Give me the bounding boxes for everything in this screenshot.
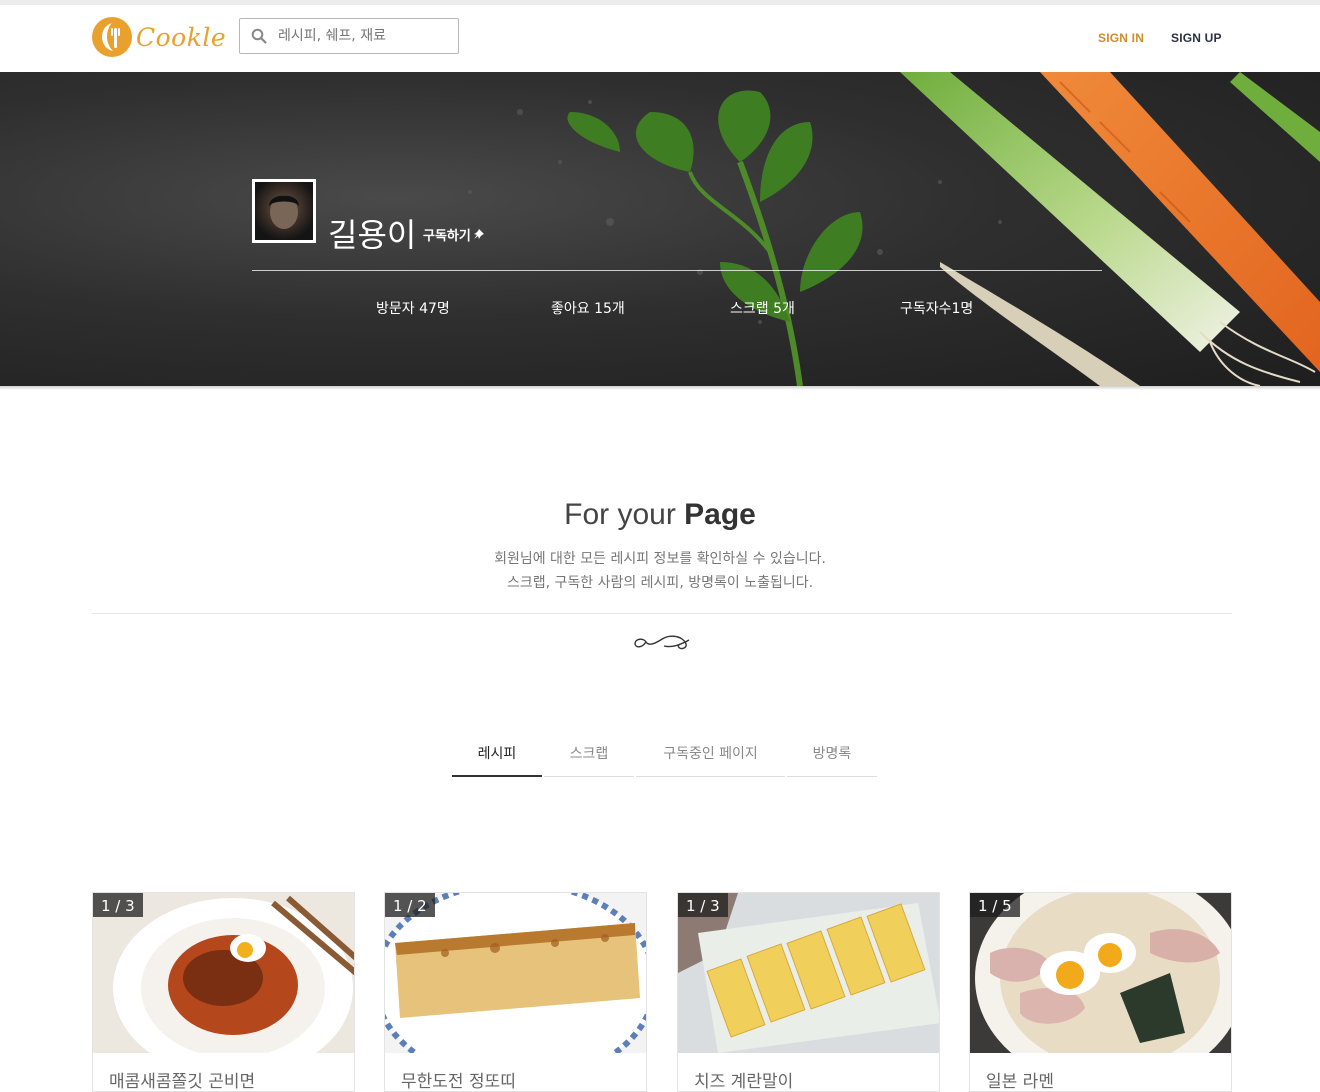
- image-counter: 1 / 5: [970, 893, 1020, 917]
- image-counter: 1 / 3: [678, 893, 728, 917]
- hero-divider: [252, 270, 1102, 271]
- section-title-light: For your: [564, 498, 685, 531]
- recipe-image[interactable]: 1 / 5: [970, 893, 1231, 1053]
- stat-scraps: 스크랩 5개: [730, 301, 795, 317]
- hero-shadow: [0, 386, 1320, 390]
- section-title-bold: Page: [684, 498, 756, 531]
- stat-visitors: 방문자 47명: [376, 301, 450, 317]
- profile-avatar[interactable]: [252, 179, 316, 243]
- subscribe-label: 구독하기: [423, 229, 471, 244]
- recipe-card-grid: 1 / 3 매콤새콤쫄깃 곤비면 1 / 2 무한도전 정또띠 1 / 3 치즈…: [92, 892, 1232, 1092]
- recipe-image[interactable]: 1 / 3: [93, 893, 354, 1053]
- sign-up-link[interactable]: SIGN UP: [1171, 31, 1222, 45]
- recipe-image[interactable]: 1 / 3: [678, 893, 939, 1053]
- recipe-card[interactable]: 1 / 3 매콤새콤쫄깃 곤비면: [92, 892, 355, 1092]
- vegetable-background-image: [468, 72, 1320, 386]
- tab-subscribed-pages[interactable]: 구독중인 페이지: [636, 733, 785, 777]
- logo-icon: [92, 17, 132, 57]
- cookle-logo[interactable]: Cookle: [92, 15, 226, 59]
- subscribe-button[interactable]: 구독하기: [423, 225, 485, 244]
- logo-text: Cookle: [136, 22, 227, 52]
- sign-in-link[interactable]: SIGN IN: [1098, 31, 1144, 45]
- section-desc-line1: 회원님에 대한 모든 레시피 정보를 확인하실 수 있습니다.: [494, 551, 826, 567]
- image-counter: 1 / 3: [93, 893, 143, 917]
- recipe-card[interactable]: 1 / 5 일본 라멘: [969, 892, 1232, 1092]
- recipe-card[interactable]: 1 / 3 치즈 계란말이: [677, 892, 940, 1092]
- flourish-ornament-icon: [632, 630, 692, 658]
- navbar: Cookle SIGN IN SIGN UP: [0, 5, 1320, 72]
- page-tabs: 레시피 스크랩 구독중인 페이지 방명록: [452, 733, 879, 777]
- stat-likes: 좋아요 15개: [551, 301, 625, 317]
- search-input[interactable]: [278, 28, 448, 44]
- recipe-card[interactable]: 1 / 2 무한도전 정또띠: [384, 892, 647, 1092]
- image-counter: 1 / 2: [385, 893, 435, 917]
- search-box[interactable]: [239, 18, 459, 54]
- tab-scraps[interactable]: 스크랩: [544, 733, 634, 777]
- profile-name: 길용이: [328, 216, 417, 254]
- stat-subscribers: 구독자수1명: [900, 301, 974, 317]
- recipe-image[interactable]: 1 / 2: [385, 893, 646, 1053]
- tab-recipes[interactable]: 레시피: [452, 733, 542, 777]
- section-desc-line2: 스크랩, 구독한 사람의 레시피, 방명록이 노출됩니다.: [506, 575, 814, 591]
- section-divider: [92, 613, 1232, 614]
- section-description: 회원님에 대한 모든 레시피 정보를 확인하실 수 있습니다. 스크랩, 구독한…: [0, 547, 1320, 595]
- profile-hero-banner: 길용이 구독하기 방문자 47명 좋아요 15개 스크랩 5개 구독자수1명: [0, 72, 1320, 386]
- tab-guestbook[interactable]: 방명록: [787, 733, 877, 777]
- pin-icon: [473, 228, 485, 244]
- section-title: For your Page: [0, 498, 1320, 532]
- search-icon: [240, 28, 278, 44]
